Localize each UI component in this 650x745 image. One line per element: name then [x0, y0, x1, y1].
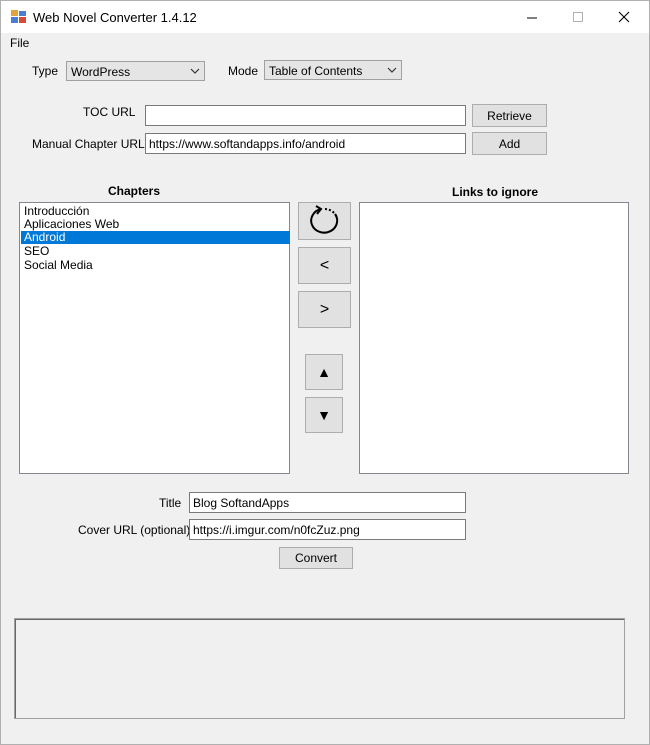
- move-left-button[interactable]: <: [298, 247, 351, 284]
- maximize-button[interactable]: [555, 1, 601, 33]
- close-icon: [618, 11, 630, 23]
- move-down-button[interactable]: ▼: [305, 397, 343, 433]
- mode-select-value: Table of Contents: [269, 64, 363, 78]
- minimize-button[interactable]: [509, 1, 555, 33]
- title-bar: Web Novel Converter 1.4.12: [1, 1, 649, 33]
- list-item-selected[interactable]: Android: [21, 231, 290, 244]
- chevron-down-icon: [190, 68, 200, 74]
- retrieve-button[interactable]: Retrieve: [472, 104, 547, 127]
- close-button[interactable]: [601, 1, 647, 33]
- move-up-button[interactable]: ▲: [305, 354, 343, 390]
- chapters-header: Chapters: [108, 184, 161, 198]
- list-item[interactable]: SEO: [21, 245, 290, 258]
- menu-file[interactable]: File: [10, 36, 29, 50]
- status-log-box[interactable]: [14, 618, 625, 719]
- add-button[interactable]: Add: [472, 132, 547, 155]
- move-right-button[interactable]: >: [298, 291, 351, 328]
- toc-url-field[interactable]: [145, 105, 466, 126]
- manual-chapter-url-field[interactable]: [145, 133, 466, 154]
- cover-url-label: Cover URL (optional): [78, 523, 191, 537]
- links-to-ignore-list[interactable]: [359, 202, 629, 474]
- window-title: Web Novel Converter 1.4.12: [33, 10, 197, 25]
- links-to-ignore-header: Links to ignore: [452, 185, 539, 199]
- refresh-button[interactable]: [298, 202, 351, 240]
- title-input[interactable]: [190, 493, 465, 512]
- toc-url-label: TOC URL: [83, 105, 136, 119]
- type-label: Type: [32, 64, 59, 78]
- title-label: Title: [159, 496, 182, 510]
- mode-select[interactable]: Table of Contents: [264, 60, 402, 80]
- cover-url-input[interactable]: [190, 520, 465, 539]
- convert-button[interactable]: Convert: [279, 547, 353, 569]
- list-item[interactable]: Social Media: [21, 259, 290, 272]
- toc-url-input[interactable]: [146, 106, 465, 125]
- chevron-down-icon: [387, 67, 397, 73]
- chapters-list[interactable]: Introducción Aplicaciones Web Android SE…: [19, 202, 290, 474]
- type-select-value: WordPress: [71, 65, 131, 79]
- mode-label: Mode: [228, 64, 259, 78]
- maximize-icon: [572, 11, 583, 22]
- menu-bar: File: [1, 33, 649, 53]
- minimize-icon: [526, 17, 537, 18]
- cover-url-field[interactable]: [189, 519, 466, 540]
- refresh-icon: [309, 205, 338, 234]
- manual-chapter-url-input[interactable]: [146, 134, 465, 153]
- app-icon: [11, 10, 26, 23]
- app-window: Web Novel Converter 1.4.12 File Type Wor…: [0, 0, 650, 745]
- type-select[interactable]: WordPress: [66, 61, 205, 81]
- manual-chapter-url-label: Manual Chapter URL: [32, 137, 145, 151]
- title-field[interactable]: [189, 492, 466, 513]
